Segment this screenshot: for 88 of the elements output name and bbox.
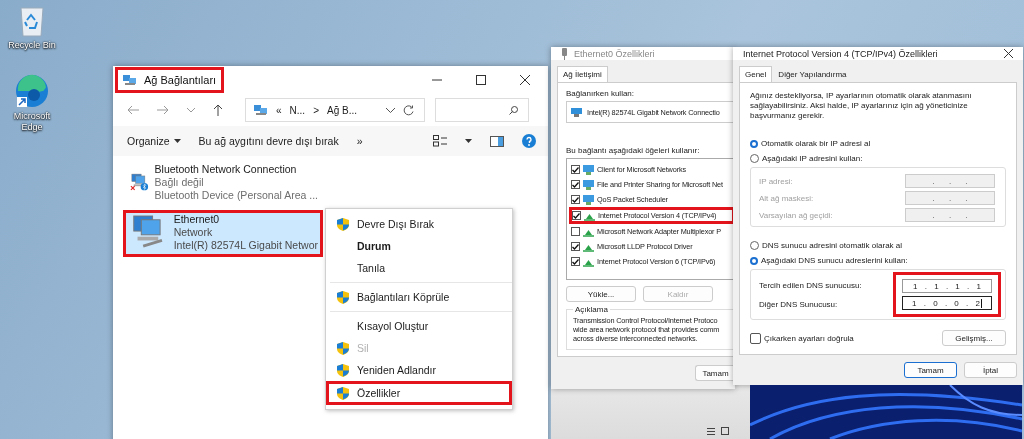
advanced-button[interactable]: Gelişmiş... — [942, 330, 1006, 346]
forward-arrow-icon[interactable] — [157, 105, 169, 115]
menu-item[interactable]: Devre Dışı Bırak — [326, 213, 512, 235]
search-field[interactable] — [435, 98, 529, 122]
command-button[interactable]: » — [356, 135, 363, 147]
view-options-icon[interactable] — [433, 135, 447, 147]
checkbox[interactable] — [571, 257, 580, 266]
radio-button[interactable] — [750, 154, 759, 163]
window-title: Ethernet0 Özellikleri — [574, 48, 655, 59]
command-button[interactable]: Organize — [127, 135, 181, 147]
close-icon[interactable] — [1004, 49, 1013, 58]
field-label: Varsayılan ağ geçidi: — [759, 210, 833, 220]
checkbox[interactable] — [571, 180, 580, 189]
checkbox[interactable] — [750, 332, 761, 344]
maximize-icon[interactable] — [476, 75, 486, 85]
close-icon[interactable] — [520, 75, 530, 85]
intro-text: Ağınız destekliyorsa, IP ayarlarının otomatik olarak atanmasını sağlayabilirsiniz. Aksi halde, IP ayarlarınız için ağ yöneticinize başvurmanız gerekir. — [750, 91, 973, 121]
field-label: Bu bağlantı aşağıdaki öğeleri kullanır: — [566, 146, 701, 155]
command-button[interactable]: Bu ağ aygıtını devre dışı bırak — [198, 135, 339, 147]
network-icon — [254, 104, 268, 116]
radio-button[interactable] — [750, 241, 759, 250]
search-icon — [509, 105, 518, 115]
connection-device: Intel(R) 82574L Gigabit Networ — [173, 239, 318, 252]
ip-address-field[interactable]: 1 . 1 . 1 . 1 — [902, 279, 992, 293]
radio-option[interactable]: Otomatik olarak bir IP adresi al — [750, 137, 1006, 150]
dropdown-arrow-icon[interactable] — [465, 139, 472, 143]
connection-device: Bluetooth Device (Personal Area ... — [154, 189, 318, 202]
field-label: Alt ağ maskesi: — [759, 193, 814, 203]
network-icon — [123, 74, 137, 86]
window-title: Internet Protocol Version 4 (TCP/IPv4) Özellikleri — [743, 48, 938, 59]
radio-option[interactable]: Aşağıdaki DNS sunucu adreslerini kullan: — [750, 254, 1006, 267]
checkbox[interactable] — [572, 211, 581, 220]
checkbox[interactable] — [571, 242, 580, 251]
dialog-button[interactable]: Tamam — [904, 362, 957, 378]
radio-option[interactable]: DNS sunucu adresini otomatik olarak al — [750, 239, 1006, 252]
breadcrumb-overflow[interactable]: « — [276, 104, 282, 116]
computer-icon — [583, 194, 594, 205]
checkbox[interactable] — [571, 195, 580, 204]
computer-icon — [583, 179, 594, 190]
back-arrow-icon[interactable] — [127, 105, 139, 115]
breadcrumb-item[interactable]: N... — [289, 104, 306, 116]
tab[interactable]: Diğer Yapılandırma — [772, 66, 853, 82]
caret-icon — [173, 139, 181, 143]
group-label: Açıklama — [573, 305, 610, 314]
checkbox-option[interactable]: Çıkarken ayarları doğrula — [750, 331, 854, 345]
checkbox[interactable] — [571, 165, 580, 174]
ip-address-field[interactable]: 1 . 0 . 0 . 2 — [902, 296, 992, 310]
tab[interactable]: Genel — [739, 66, 773, 82]
menu-item[interactable]: Durum — [326, 235, 512, 257]
network-cable-icon — [561, 47, 568, 60]
menu-item[interactable]: Kısayol Oluştur — [326, 315, 512, 337]
preview-pane-icon[interactable] — [490, 135, 504, 147]
help-icon[interactable] — [522, 134, 536, 148]
connection-item[interactable]: Ethernet0 Network Intel(R) 82574L Gigabit Networ — [123, 210, 323, 257]
list-icon[interactable] — [707, 428, 715, 435]
square-icon[interactable] — [721, 427, 729, 435]
chevron-down-icon[interactable] — [386, 107, 395, 113]
connection-name: Bluetooth Network Connection — [154, 163, 298, 176]
browser-icon[interactable] — [14, 72, 50, 109]
menu-item[interactable]: Bağlantıları Köprüle — [326, 286, 512, 308]
radio-button[interactable] — [750, 139, 758, 148]
radio-option[interactable]: Aşağıdaki IP adresini kullan: — [750, 152, 1006, 165]
connection-item[interactable]: Bluetooth Network Connection Bağlı değil Bluetooth Device (Personal Area ... — [123, 160, 323, 207]
field-label: Bağlanırken kullan: — [566, 89, 636, 98]
computer-icon — [583, 164, 594, 175]
tab[interactable]: Ağ İletişimi — [557, 66, 608, 82]
dialog-button[interactable]: İptal — [964, 362, 1017, 378]
menu-item[interactable]: Özellikler — [326, 381, 512, 405]
up-arrow-icon[interactable] — [213, 104, 223, 116]
refresh-icon[interactable] — [403, 104, 414, 116]
checkbox[interactable] — [571, 227, 580, 236]
connection-name: Ethernet0 — [173, 213, 221, 226]
breadcrumb-separator: > — [313, 104, 319, 116]
network-adapter-icon — [571, 107, 582, 117]
field-label: Tercih edilen DNS sunucusu: — [759, 280, 862, 290]
field-label: Diğer DNS Sunucusu: — [759, 299, 839, 309]
menu-item[interactable]: Yeniden Adlandır — [326, 359, 512, 381]
recycle-bin-icon[interactable] — [17, 4, 47, 38]
dialog-button[interactable]: Yükle... — [566, 286, 636, 302]
connection-status: Bağlı değil — [154, 176, 205, 189]
breadcrumb-item[interactable]: Ağ B... — [326, 104, 357, 116]
menu-item[interactable]: Tanıla — [326, 257, 512, 279]
field-label: IP adresi: — [759, 176, 793, 186]
radio-button[interactable] — [750, 256, 758, 265]
window-title: Ağ Bağlantıları — [144, 73, 217, 88]
connection-status: Network — [173, 226, 214, 239]
ok-button[interactable]: Tamam — [695, 365, 735, 381]
address-bar[interactable]: « N... > Ağ B... — [245, 98, 425, 122]
